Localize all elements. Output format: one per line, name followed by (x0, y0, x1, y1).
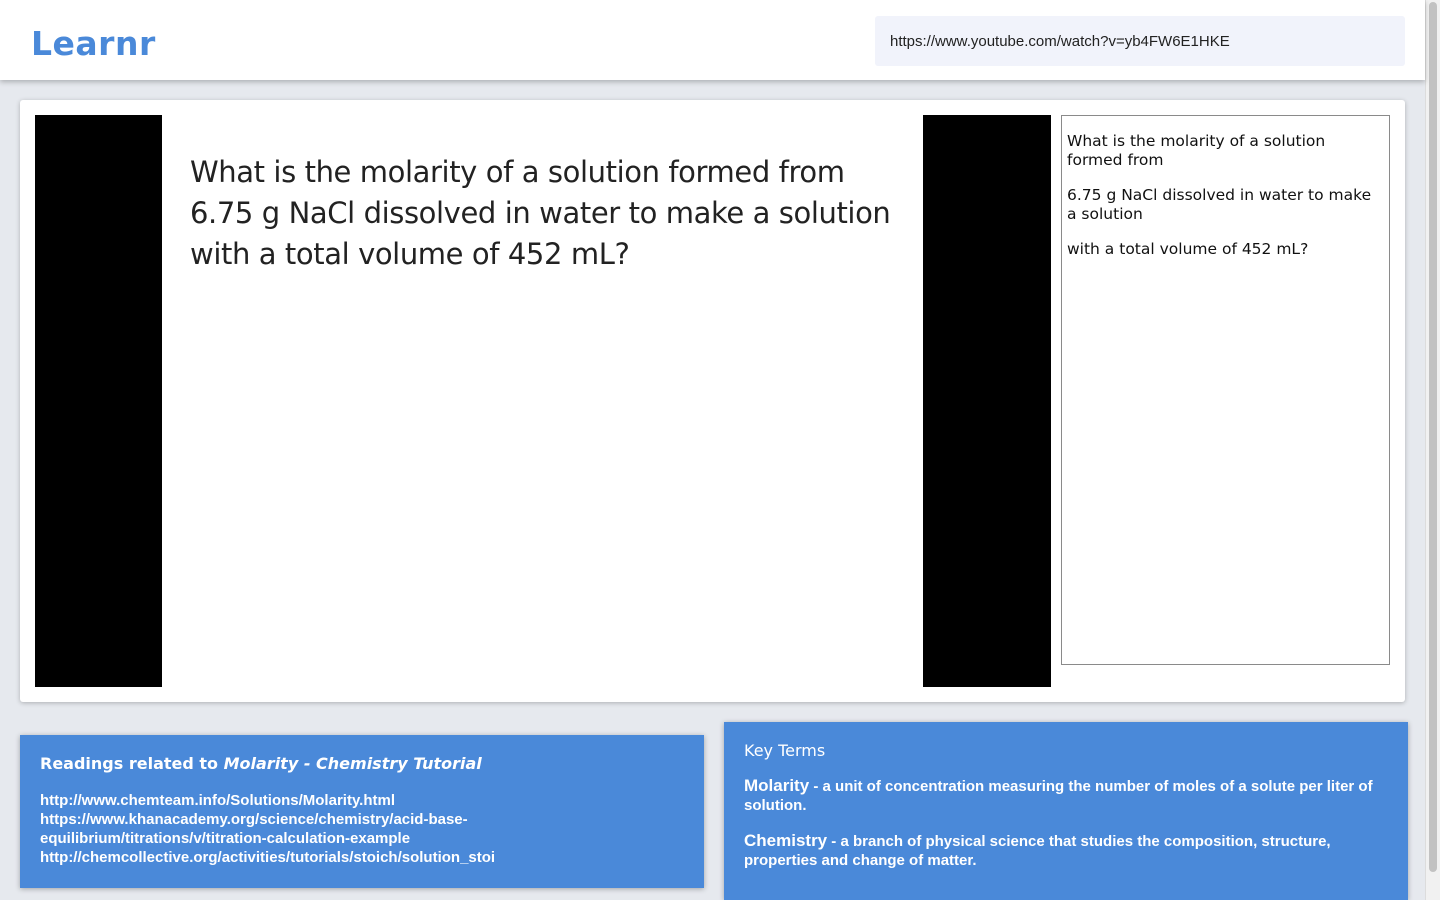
scrollbar-thumb[interactable] (1429, 2, 1437, 872)
reading-link-chemcollective[interactable]: http://chemcollective.org/activities/tut… (40, 848, 684, 867)
app-logo[interactable]: Learnr (31, 24, 156, 63)
video-url-input[interactable] (875, 16, 1405, 66)
readings-title-prefix: Readings related to (40, 754, 224, 773)
readings-title: Readings related to Molarity - Chemistry… (40, 754, 684, 773)
video-slide: What is the molarity of a solution forme… (162, 115, 923, 687)
term-word: Molarity (744, 776, 810, 795)
term-definition: - a unit of concentration measuring the … (744, 778, 1373, 814)
term-molarity: Molarity - a unit of concentration measu… (744, 776, 1388, 815)
readings-title-topic: Molarity - Chemistry Tutorial (223, 754, 482, 773)
reading-link-chemteam[interactable]: http://www.chemteam.info/Solutions/Molar… (40, 791, 684, 810)
key-terms-card: Key Terms Molarity - a unit of concentra… (724, 722, 1408, 900)
readings-card: Readings related to Molarity - Chemistry… (20, 735, 704, 888)
transcript-panel[interactable]: What is the molarity of a solution forme… (1061, 115, 1390, 665)
term-definition: - a branch of physical science that stud… (744, 833, 1331, 869)
term-word: Chemistry (744, 831, 828, 850)
transcript-line: 6.75 g NaCl dissolved in water to make a… (1067, 186, 1372, 223)
slide-question-text: What is the molarity of a solution forme… (190, 155, 891, 271)
video-card: What is the molarity of a solution forme… (20, 100, 1405, 702)
key-terms-title: Key Terms (744, 741, 826, 760)
video-player[interactable]: What is the molarity of a solution forme… (35, 115, 1051, 687)
term-chemistry: Chemistry - a branch of physical science… (744, 831, 1388, 870)
transcript-line: with a total volume of 452 mL? (1067, 240, 1309, 258)
app-header: Learnr (0, 0, 1425, 80)
reading-link-khanacademy[interactable]: https://www.khanacademy.org/science/chem… (40, 810, 684, 848)
page-scrollbar[interactable] (1425, 0, 1440, 900)
transcript-line: What is the molarity of a solution forme… (1067, 132, 1326, 169)
